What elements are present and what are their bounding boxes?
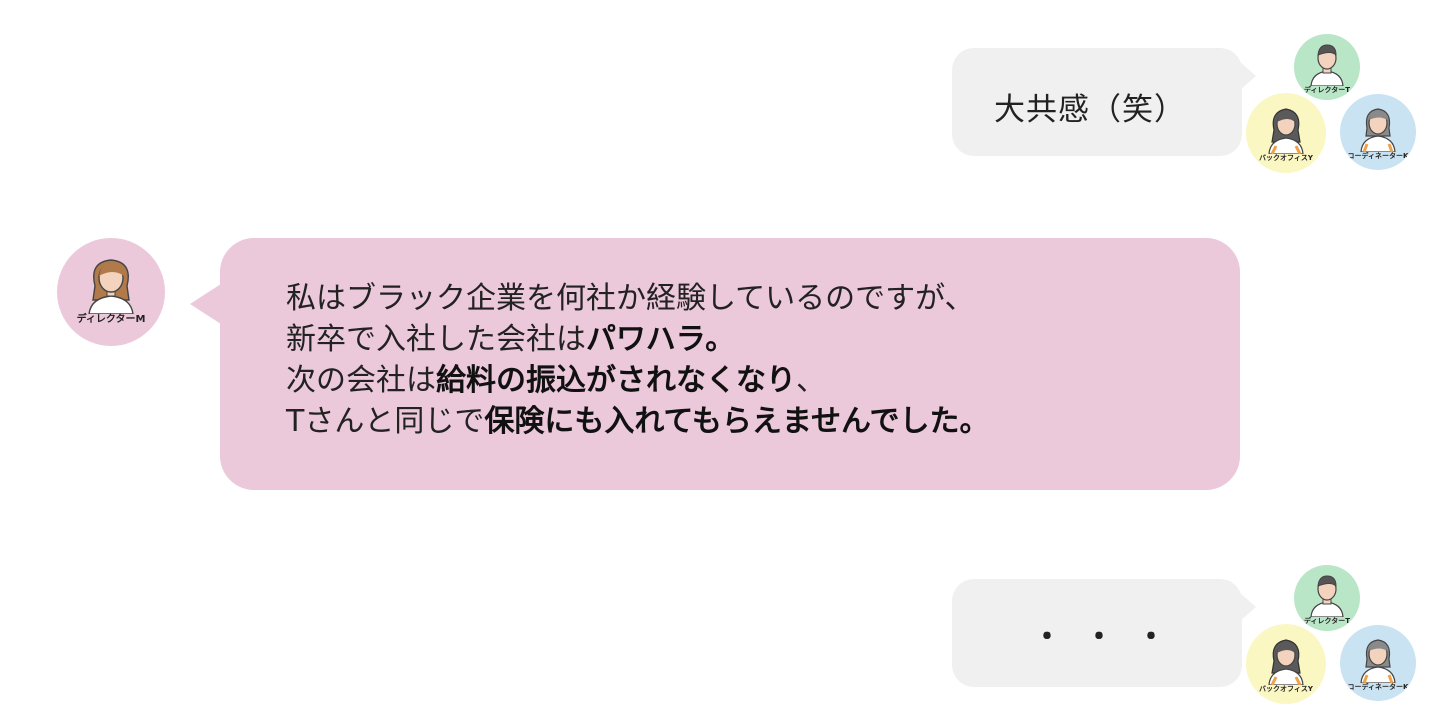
message-bubble-tail	[190, 282, 224, 326]
avatar-label: バックオフィスY	[1259, 154, 1313, 162]
text-run: 私はブラック企業を何社か経験しているのですが、	[286, 281, 975, 316]
text-run: Tさんと同じで	[286, 404, 485, 439]
avatar-director-m: ディレクターM	[57, 238, 165, 346]
person-man-icon	[1310, 44, 1344, 86]
avatar-label: バックオフィスY	[1259, 685, 1313, 693]
reply-text-1: 大共感（笑）	[994, 92, 1186, 128]
emphasis-run: 保険にも入れてもらえませんでした。	[484, 404, 990, 439]
reply-bubble-1-tail	[1240, 62, 1256, 90]
person-woman-icon	[1268, 639, 1304, 685]
emphasis-run: 給料の振込がされなくなり	[436, 363, 796, 398]
text-run: 次の会社は	[286, 363, 436, 398]
message-text: 私はブラック企業を何社か経験しているのですが、 新卒で入社した会社はパワハラ。 …	[286, 278, 990, 442]
reply-bubble-2-tail	[1240, 593, 1256, 621]
avatar-backoffice-y: バックオフィスY	[1246, 624, 1326, 704]
message-line-3: 次の会社は給料の振込がされなくなり、	[286, 360, 990, 401]
message-line-1: 私はブラック企業を何社か経験しているのですが、	[286, 278, 990, 319]
message-line-4: Tさんと同じで保険にも入れてもらえませんでした。	[286, 401, 990, 442]
person-woman-icon	[1268, 108, 1304, 154]
person-woman-icon	[88, 259, 134, 314]
avatar-label: ディレクターM	[76, 314, 146, 325]
text-run: 新卒で入社した会社は	[286, 322, 586, 357]
message-line-2: 新卒で入社した会社はパワハラ。	[286, 319, 990, 360]
emphasis-run: パワハラ。	[586, 322, 736, 357]
avatar-label: コーディネーターK	[1347, 152, 1409, 160]
avatar-coordinator-k: コーディネーターK	[1340, 94, 1416, 170]
avatar-label: ディレクターT	[1303, 617, 1350, 625]
person-woman-icon	[1360, 639, 1396, 683]
avatar-coordinator-k: コーディネーターK	[1340, 625, 1416, 701]
text-run: 、	[796, 363, 826, 398]
avatar-director-t: ディレクターT	[1294, 565, 1360, 631]
person-man-icon	[1310, 575, 1344, 617]
person-woman-icon	[1360, 108, 1396, 152]
avatar-director-t: ディレクターT	[1294, 34, 1360, 100]
avatar-backoffice-y: バックオフィスY	[1246, 93, 1326, 173]
ellipsis-text: ・・・	[1032, 620, 1188, 655]
avatar-label: ディレクターT	[1303, 86, 1350, 94]
avatar-label: コーディネーターK	[1347, 683, 1409, 691]
